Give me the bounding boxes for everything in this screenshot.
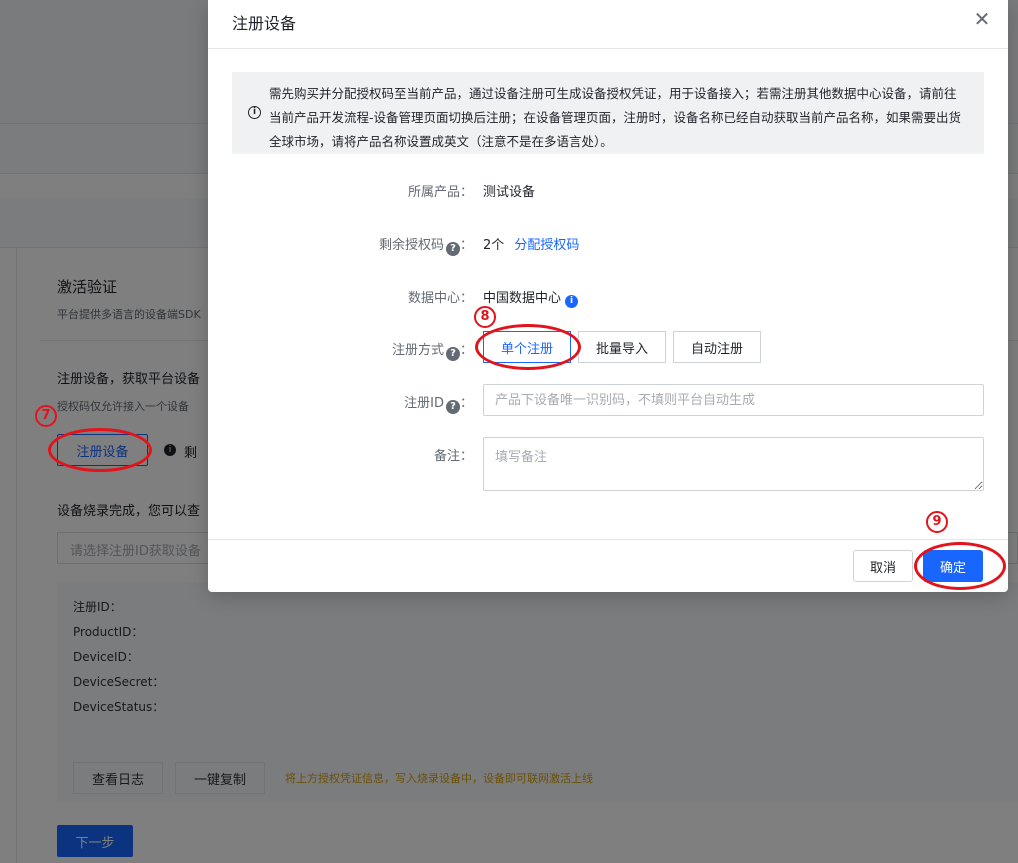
footer-divider [208, 539, 1008, 540]
license-value-row: 2个 分配授权码 [483, 234, 579, 253]
help-icon[interactable]: ? [445, 242, 460, 256]
product-value: 测试设备 [483, 185, 536, 200]
help-icon[interactable]: ? [445, 400, 460, 414]
regid-input[interactable] [483, 384, 984, 416]
license-label: 剩余授权码 [378, 238, 444, 253]
info-icon[interactable]: i [565, 295, 579, 308]
cancel-button[interactable]: 取消 [853, 550, 913, 582]
license-label-row: 剩余授权码?： [378, 238, 473, 256]
datacenter-value: 中国数据中心 [483, 291, 562, 306]
confirm-button[interactable]: 确定 [923, 550, 983, 582]
batch-import-button[interactable]: 批量导入 [578, 331, 666, 363]
notice-alert: i 需先购买并分配授权码至当前产品，通过设备注册可生成设备授权凭证，用于设备接入… [232, 72, 984, 154]
regid-label-row: 注册ID?： [404, 396, 473, 414]
single-register-button[interactable]: 单个注册 [483, 331, 571, 363]
notice-text: 需先购买并分配授权码至当前产品，通过设备注册可生成设备授权凭证，用于设备接入；若… [269, 86, 962, 149]
method-label-row: 注册方式?： [391, 343, 473, 361]
datacenter-value-row: 中国数据中心 i [483, 287, 579, 308]
step-8-marker: 8 [474, 306, 496, 328]
auto-register-button[interactable]: 自动注册 [673, 331, 761, 363]
remark-textarea[interactable] [483, 437, 984, 491]
dialog-title: 注册设备 [232, 14, 297, 33]
datacenter-label: 数据中心： [407, 291, 473, 306]
close-icon[interactable]: ✕ [972, 9, 992, 29]
step-9-marker: 9 [926, 511, 948, 533]
license-count: 2个 [483, 238, 505, 253]
help-icon[interactable]: ? [445, 347, 460, 361]
assign-license-link[interactable]: 分配授权码 [514, 238, 579, 253]
remark-label: 备注： [433, 449, 473, 464]
regid-label: 注册ID [404, 396, 444, 411]
product-label: 所属产品： [407, 185, 473, 200]
header-divider [208, 48, 1008, 49]
info-circle-icon: i [248, 106, 261, 119]
step-7-marker: 7 [35, 405, 57, 427]
register-device-dialog: 注册设备 ✕ i 需先购买并分配授权码至当前产品，通过设备注册可生成设备授权凭证… [208, 0, 1008, 592]
method-label: 注册方式 [391, 343, 444, 358]
